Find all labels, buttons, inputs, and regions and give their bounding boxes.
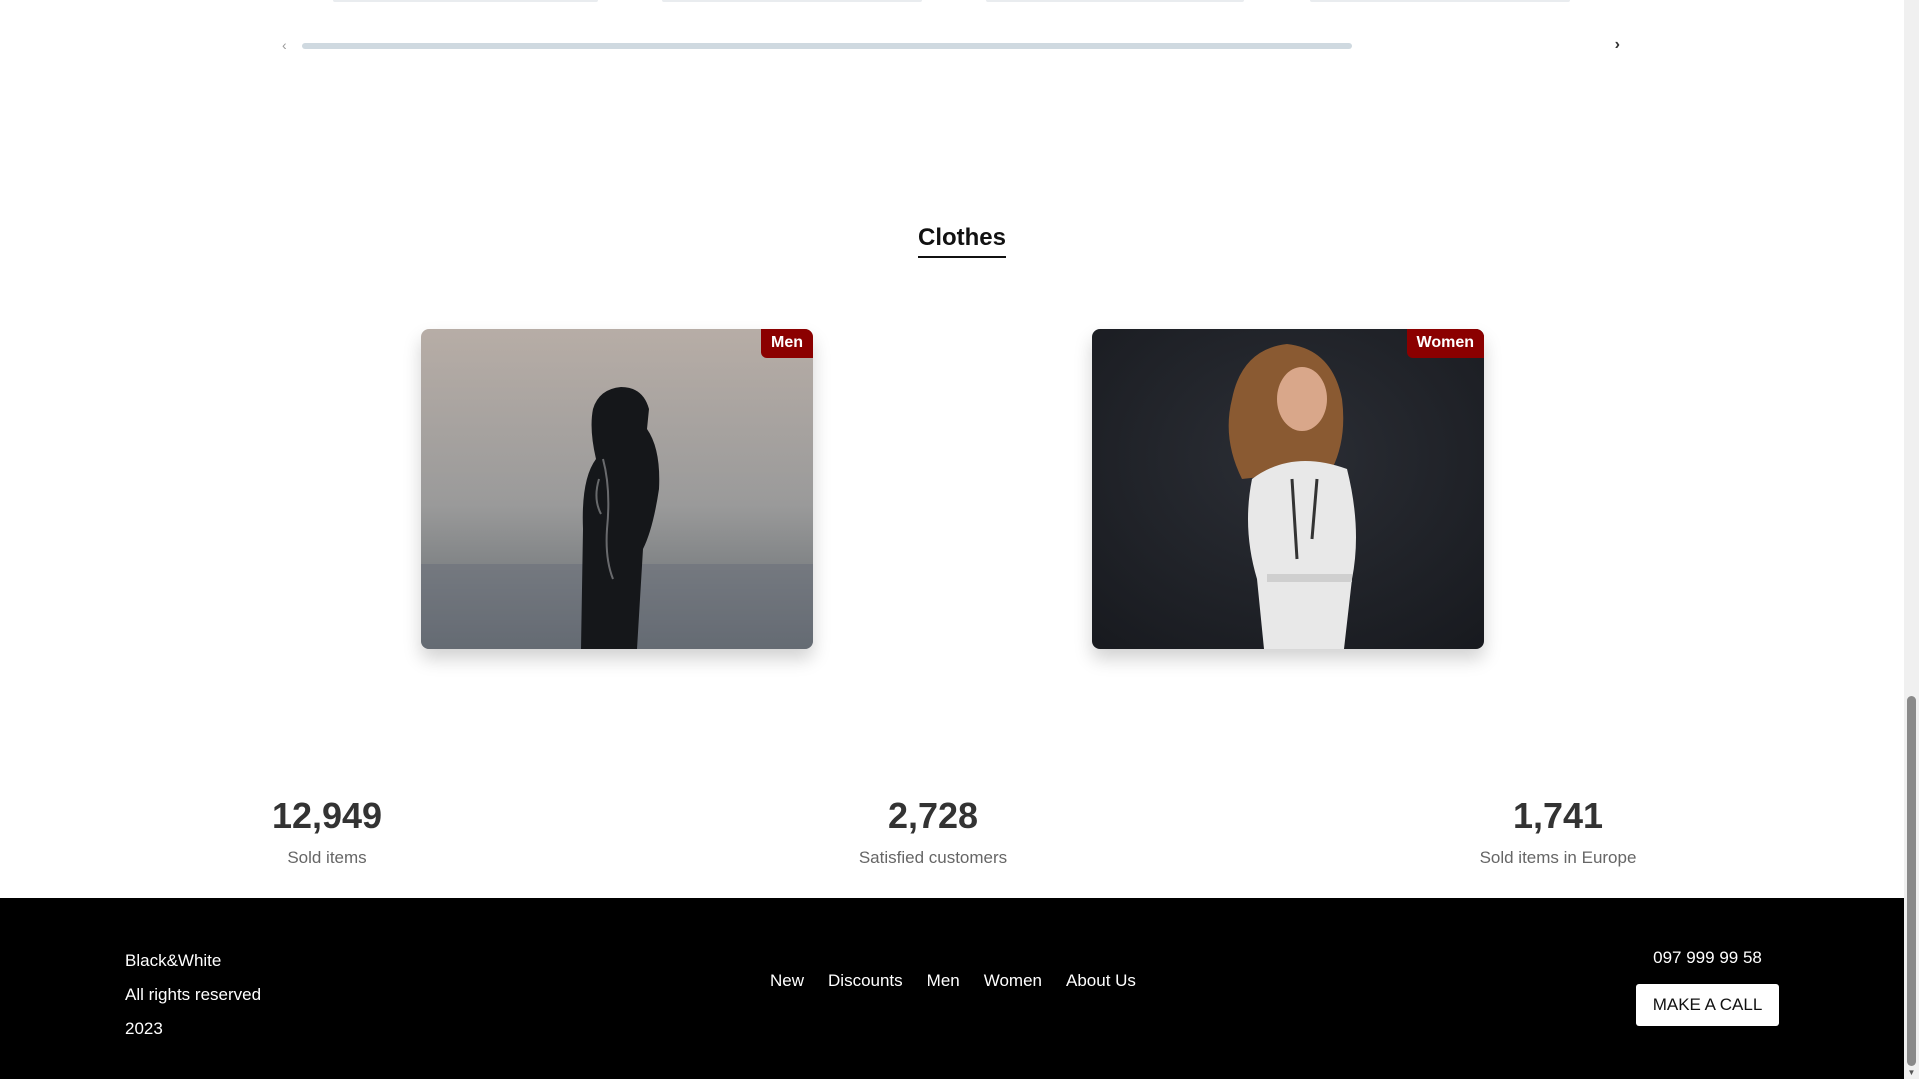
phone-number: 097 999 99 58	[1653, 948, 1762, 967]
chevron-right-icon[interactable]: ›	[1615, 36, 1620, 54]
stat-label: Sold items	[287, 848, 367, 867]
footer-nav: New Discounts Men Women About Us	[770, 971, 1136, 991]
stat-satisfied-customers: 2,728 Satisfied customers	[803, 796, 1063, 868]
women-category-image	[1092, 329, 1484, 649]
section-heading: Clothes	[0, 224, 1904, 258]
category-badge: Women	[1406, 329, 1484, 358]
footer-link-new[interactable]: New	[770, 971, 804, 991]
men-category-image	[421, 329, 813, 649]
footer-info: Black&White All rights reserved 2023	[125, 944, 261, 1046]
category-badge: Men	[761, 329, 813, 358]
carousel-thumb[interactable]	[302, 43, 1352, 49]
stat-sold-items-europe: 1,741 Sold items in Europe	[1428, 796, 1688, 868]
carousel-scrollbar[interactable]: ‹ ›	[282, 36, 1620, 54]
make-a-call-button[interactable]: MAKE A CALL	[1636, 984, 1779, 1026]
carousel-card-edge	[333, 0, 598, 2]
carousel-card-edge	[662, 0, 922, 2]
carousel-track[interactable]	[302, 43, 1632, 49]
scroll-down-arrow-icon[interactable]: ▼	[1907, 1068, 1916, 1077]
stat-label: Sold items in Europe	[1479, 848, 1637, 867]
stat-value: 2,728	[887, 795, 979, 836]
chevron-left-icon[interactable]: ‹	[282, 36, 287, 54]
footer-link-men[interactable]: Men	[927, 971, 960, 991]
stat-sold-items: 12,949 Sold items	[197, 796, 457, 868]
footer-brand: Black&White	[125, 951, 222, 970]
category-card-women[interactable]: Women	[1092, 329, 1484, 649]
category-card-men[interactable]: Men	[421, 329, 813, 649]
footer-contact: 097 999 99 58 MAKE A CALL	[1636, 948, 1779, 1026]
carousel-card-edge	[1310, 0, 1570, 2]
carousel-card-edges	[0, 0, 1904, 3]
footer-link-discounts[interactable]: Discounts	[828, 971, 903, 991]
page: ‹ › Clothes Men Women 12,949 Sold items …	[0, 0, 1904, 1079]
footer-link-women[interactable]: Women	[984, 971, 1042, 991]
footer-rights: All rights reserved	[125, 985, 262, 1004]
footer-link-about-us[interactable]: About Us	[1066, 971, 1136, 991]
carousel-card-edge	[986, 0, 1244, 2]
stat-value: 12,949	[271, 795, 383, 836]
footer-year: 2023	[125, 1019, 163, 1038]
stat-label: Satisfied customers	[858, 848, 1008, 867]
section-title: Clothes	[917, 224, 1006, 258]
page-scrollbar[interactable]: ▼	[1904, 0, 1919, 1079]
footer: Black&White All rights reserved 2023 New…	[0, 898, 1904, 1079]
scrollbar-thumb[interactable]	[1907, 696, 1916, 1066]
stat-value: 1,741	[1512, 795, 1604, 836]
